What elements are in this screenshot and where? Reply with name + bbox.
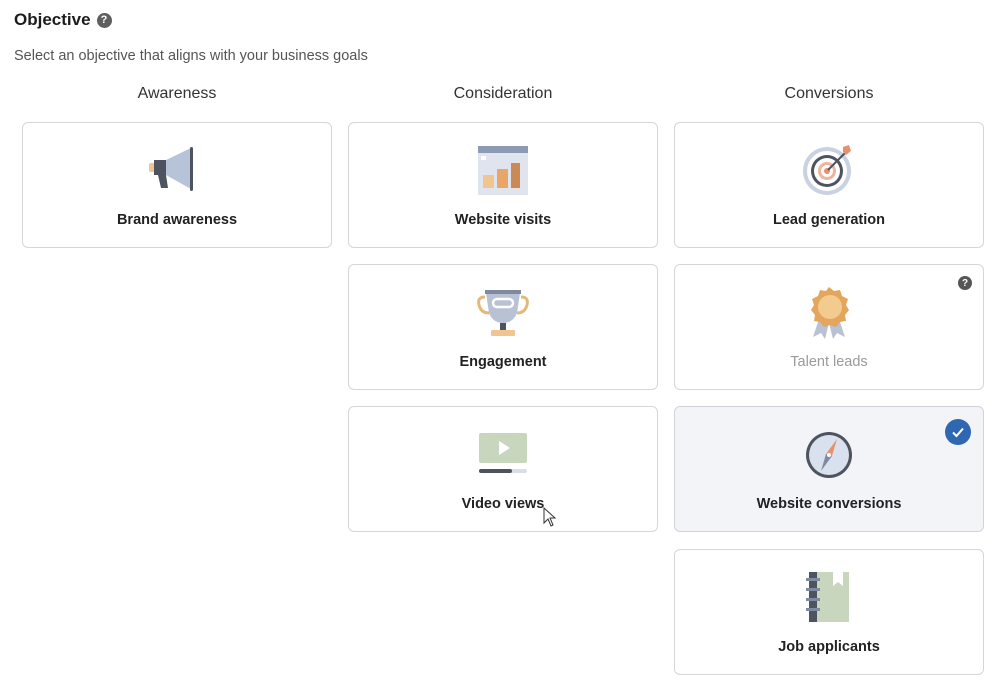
- card-label: Website visits: [454, 212, 552, 228]
- card-label: Website conversions: [756, 496, 902, 512]
- selected-check-icon: [945, 419, 971, 445]
- trophy-icon: [477, 290, 529, 336]
- card-lead-generation[interactable]: Lead generation: [674, 122, 984, 248]
- card-label: Lead generation: [773, 212, 885, 228]
- card-label: Talent leads: [790, 354, 868, 370]
- notebook-icon: [806, 572, 849, 622]
- objective-header: Objective ?: [14, 10, 112, 30]
- card-website-visits[interactable]: Website visits: [348, 122, 658, 248]
- card-label: Video views: [461, 496, 545, 512]
- target-icon: [803, 145, 851, 195]
- video-play-icon: [479, 433, 527, 473]
- column-heading-consideration: Consideration: [453, 85, 553, 102]
- award-ribbon-icon: [811, 287, 849, 339]
- card-website-conversions[interactable]: Website conversions: [674, 406, 984, 532]
- card-label: Job applicants: [778, 639, 880, 655]
- megaphone-icon: [149, 147, 193, 191]
- card-label: Brand awareness: [116, 212, 238, 228]
- bar-chart-icon: [478, 146, 528, 195]
- card-talent-leads[interactable]: ? Talent leads: [674, 264, 984, 390]
- card-label: Engagement: [459, 354, 547, 370]
- help-icon[interactable]: ?: [96, 12, 112, 28]
- card-engagement[interactable]: Engagement: [348, 264, 658, 390]
- page-title: Objective: [14, 10, 91, 29]
- column-heading-awareness: Awareness: [137, 85, 217, 102]
- compass-icon: [806, 432, 852, 478]
- page-subtitle: Select an objective that aligns with you…: [14, 48, 368, 64]
- column-heading-conversions: Conversions: [784, 85, 874, 102]
- card-video-views[interactable]: Video views: [348, 406, 658, 532]
- card-brand-awareness[interactable]: Brand awareness: [22, 122, 332, 248]
- help-icon[interactable]: ?: [958, 276, 972, 290]
- card-job-applicants[interactable]: Job applicants: [674, 549, 984, 675]
